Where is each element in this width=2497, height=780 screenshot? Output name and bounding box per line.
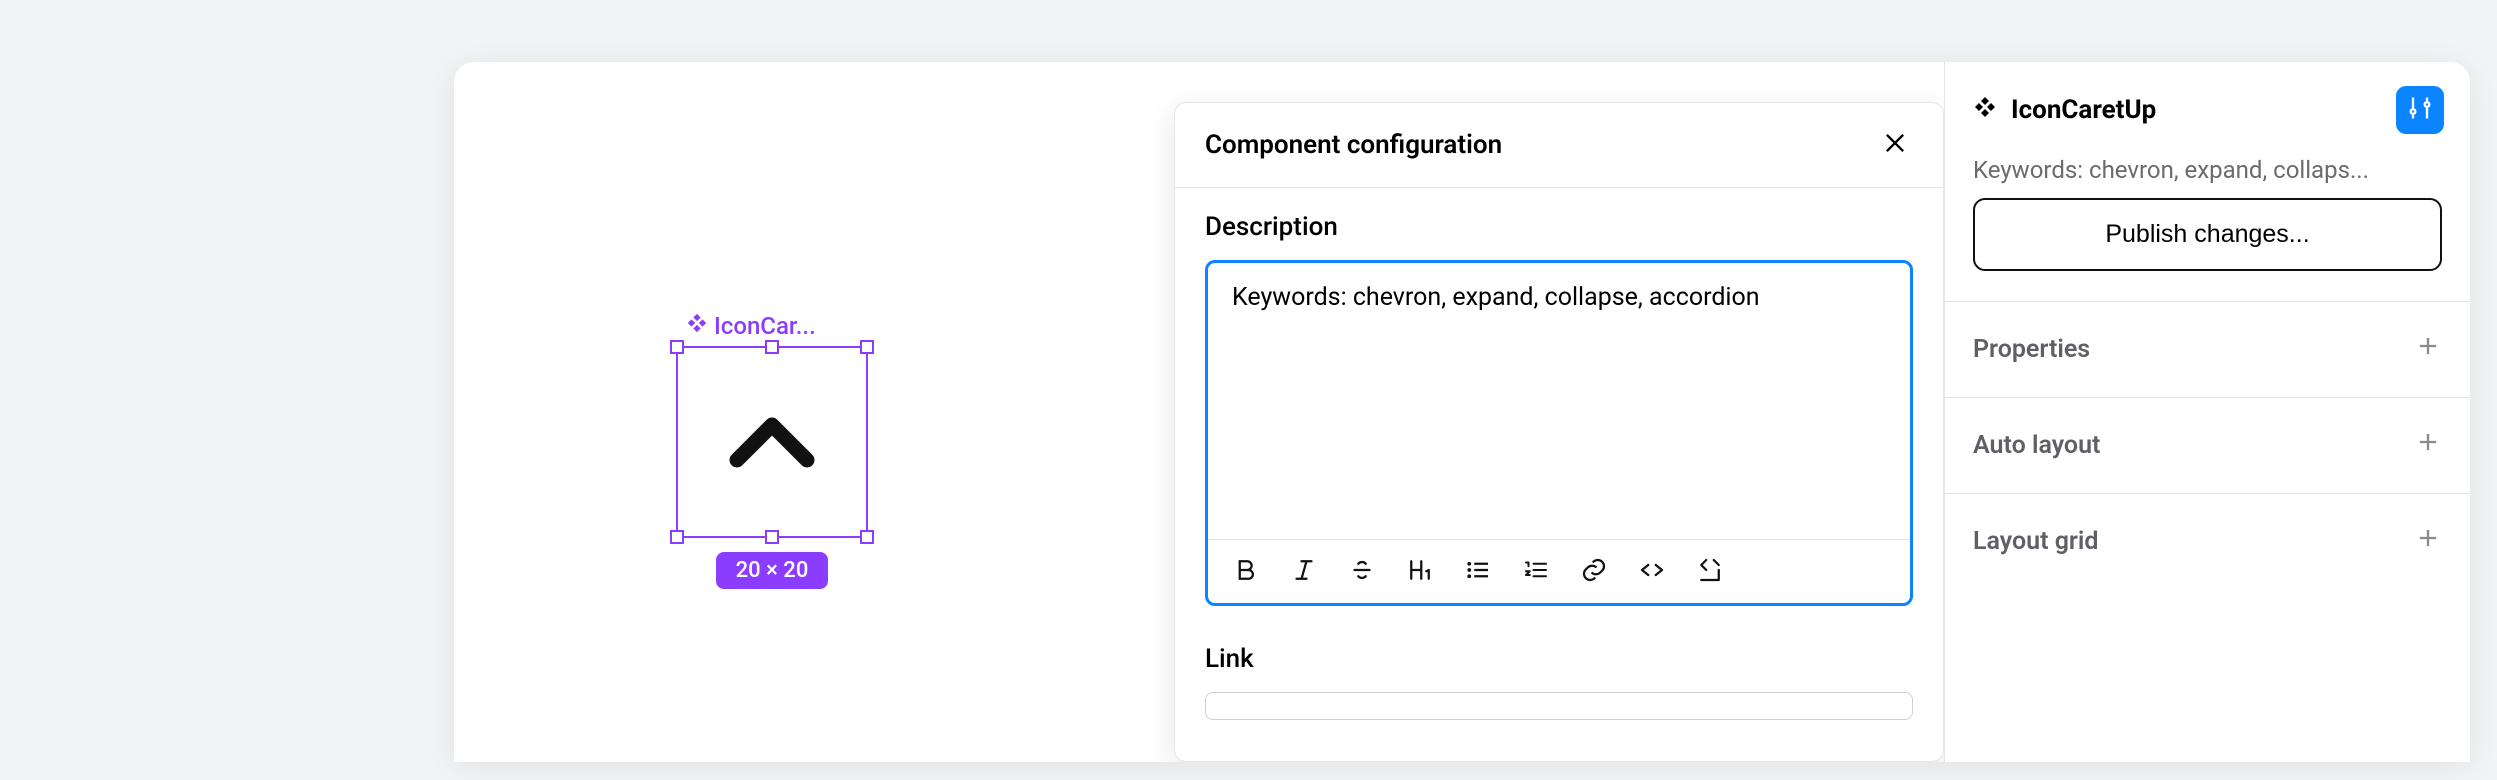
heading-icon — [1405, 555, 1435, 589]
component-icon — [1973, 95, 1997, 126]
link-icon — [1579, 555, 1609, 589]
resize-handle[interactable] — [765, 340, 779, 354]
ordered-list-button[interactable] — [1516, 552, 1556, 592]
component-config-panel: Component configuration Description Keyw… — [1174, 102, 1944, 762]
list-ul-icon — [1463, 555, 1493, 589]
inspector-title: IconCaretUp — [1973, 95, 2156, 126]
plus-icon — [2414, 428, 2442, 463]
canvas-area[interactable]: IconCar... 20 × 20 — [454, 62, 1174, 762]
description-label: Description — [1205, 212, 1913, 242]
code-button[interactable] — [1632, 552, 1672, 592]
inspector-header: IconCaretUp Keywords: chevron, expand, c… — [1945, 62, 2470, 198]
code-block-icon — [1695, 555, 1725, 589]
strikethrough-button[interactable] — [1342, 552, 1382, 592]
inspector-panel: IconCaretUp Keywords: chevron, expand, c… — [1944, 62, 2470, 762]
selection-frame[interactable] — [676, 346, 868, 538]
description-textarea[interactable]: Keywords: chevron, expand, collapse, acc… — [1208, 263, 1910, 535]
config-panel-title: Component configuration — [1205, 130, 1502, 160]
link-input[interactable] — [1205, 692, 1913, 720]
caret-up-icon — [712, 380, 832, 504]
section-label: Auto layout — [1973, 431, 2100, 460]
canvas-component-name: IconCar... — [714, 312, 816, 340]
editor-toolbar — [1208, 539, 1910, 603]
unordered-list-button[interactable] — [1458, 552, 1498, 592]
heading-button[interactable] — [1400, 552, 1440, 592]
canvas-component-label[interactable]: IconCar... — [676, 312, 868, 340]
resize-handle[interactable] — [860, 340, 874, 354]
plus-icon — [2414, 332, 2442, 367]
resize-handle[interactable] — [670, 530, 684, 544]
canvas-selection[interactable]: IconCar... 20 × 20 — [676, 312, 868, 589]
config-panel-header: Component configuration — [1175, 103, 1943, 188]
component-settings-button[interactable] — [2396, 86, 2444, 134]
section-label: Layout grid — [1973, 527, 2099, 556]
component-icon — [686, 312, 708, 340]
selection-dimensions-pill: 20 × 20 — [716, 552, 829, 589]
italic-button[interactable] — [1284, 552, 1324, 592]
link-label: Link — [1205, 644, 1913, 674]
resize-handle[interactable] — [765, 530, 779, 544]
strikethrough-icon — [1347, 555, 1377, 589]
link-button[interactable] — [1574, 552, 1614, 592]
app-window: IconCar... 20 × 20 Compone — [454, 62, 2470, 762]
config-panel-body: Description Keywords: chevron, expand, c… — [1175, 188, 1943, 744]
resize-handle[interactable] — [860, 530, 874, 544]
publish-changes-button[interactable]: Publish changes... — [1973, 198, 2442, 271]
section-auto-layout[interactable]: Auto layout — [1945, 397, 2470, 493]
plus-icon — [2414, 524, 2442, 559]
list-ol-icon — [1521, 555, 1551, 589]
close-icon — [1881, 129, 1909, 161]
section-label: Properties — [1973, 335, 2090, 364]
section-properties[interactable]: Properties — [1945, 301, 2470, 397]
adjustments-icon — [2406, 94, 2434, 126]
description-editor: Keywords: chevron, expand, collapse, acc… — [1205, 260, 1913, 606]
bold-button[interactable] — [1226, 552, 1266, 592]
inspector-keywords-preview: Keywords: chevron, expand, collaps... — [1973, 156, 2443, 184]
code-icon — [1637, 555, 1667, 589]
resize-handle[interactable] — [670, 340, 684, 354]
close-button[interactable] — [1877, 127, 1913, 163]
bold-icon — [1231, 555, 1261, 589]
italic-icon — [1289, 555, 1319, 589]
inspector-component-name: IconCaretUp — [2011, 95, 2156, 125]
code-block-button[interactable] — [1690, 552, 1730, 592]
section-layout-grid[interactable]: Layout grid — [1945, 493, 2470, 589]
